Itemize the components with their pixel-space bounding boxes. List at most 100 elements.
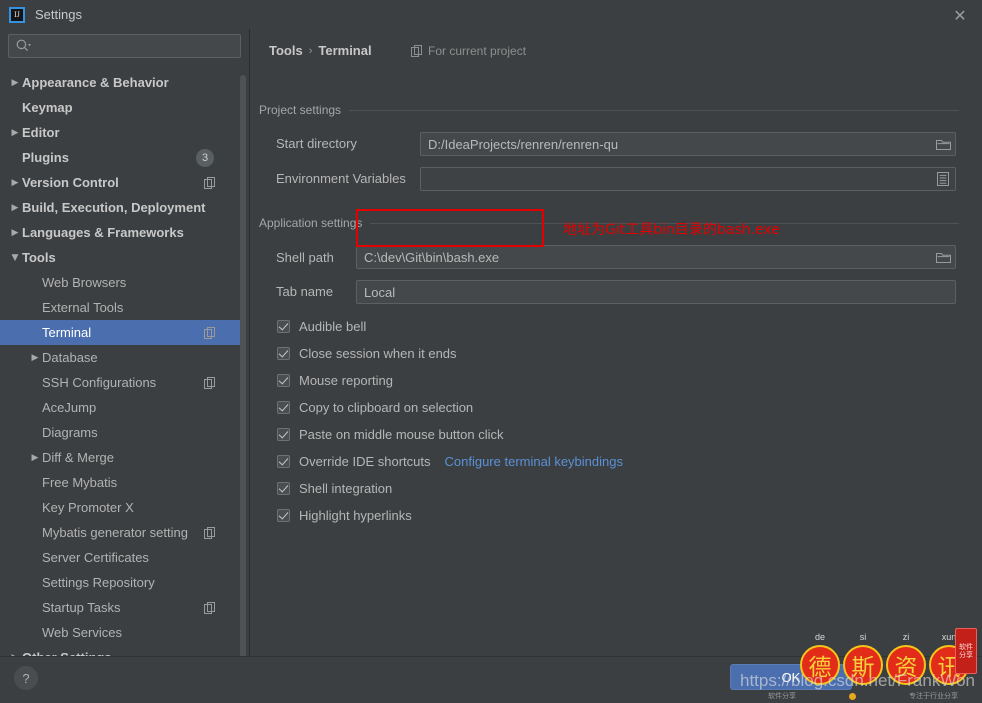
sidebar-item-appearance-behavior[interactable]: ▶ Appearance & Behavior <box>0 70 242 95</box>
search-container <box>0 29 249 64</box>
search-box[interactable] <box>8 34 241 58</box>
checkbox-icon[interactable] <box>277 481 290 495</box>
close-icon[interactable]: ✕ <box>946 4 974 26</box>
sidebar-item-label: SSH Configurations <box>42 375 157 390</box>
checkbox-copy-to-clipboard-on-selection[interactable]: Copy to clipboard on selection <box>277 397 473 417</box>
sidebar-item-key-promoter-x[interactable]: ▶Key Promoter X <box>0 495 242 520</box>
environment-variables-edit-icon[interactable] <box>932 167 954 191</box>
sidebar-item-other-settings[interactable]: ▶Other Settings <box>0 645 242 656</box>
sidebar-item-label: Free Mybatis <box>42 475 118 490</box>
tab-name-field[interactable]: Local <box>356 280 956 304</box>
project-scope-icon <box>204 376 216 389</box>
checkbox-shell-integration[interactable]: Shell integration <box>277 478 392 498</box>
sidebar-item-mybatis-generator-setting[interactable]: ▶Mybatis generator setting <box>0 520 242 545</box>
sidebar-item-database[interactable]: ▶ Database <box>0 345 242 370</box>
checkbox-override-ide-shortcuts[interactable]: Override IDE shortcuts Configure terminal… <box>277 451 623 471</box>
checkbox-audible-bell[interactable]: Audible bell <box>277 316 366 336</box>
start-directory-field[interactable]: D:/IdeaProjects/renren/renren-qu <box>420 132 956 156</box>
checkbox-label: Override IDE shortcuts <box>299 453 431 469</box>
start-directory-label: Start directory <box>276 136 357 151</box>
sidebar-item-label: Mybatis generator setting <box>42 525 188 540</box>
sidebar-item-label: Terminal <box>42 325 92 340</box>
sidebar-item-label: Appearance & Behavior <box>22 75 169 90</box>
sidebar-item-label: Key Promoter X <box>42 500 134 515</box>
sidebar-item-label: External Tools <box>42 300 124 315</box>
chevron-right-icon[interactable]: ▶ <box>28 351 42 365</box>
ok-button[interactable]: OK <box>730 664 852 690</box>
checkbox-label: Copy to clipboard on selection <box>299 399 474 415</box>
sidebar-item-version-control[interactable]: ▶ Version Control <box>0 170 242 195</box>
sidebar-scrollbar[interactable] <box>240 75 246 675</box>
help-icon[interactable]: ? <box>14 666 38 690</box>
chevron-right-icon[interactable]: ▶ <box>8 201 22 215</box>
sidebar-item-startup-tasks[interactable]: ▶Startup Tasks <box>0 595 242 620</box>
chevron-right-icon[interactable]: ▶ <box>8 126 22 140</box>
sidebar-item-languages-frameworks[interactable]: ▶ Languages & Frameworks <box>0 220 242 245</box>
chevron-right-icon[interactable]: ▶ <box>8 176 22 190</box>
title-bar: Settings ✕ <box>0 0 982 29</box>
sidebar-item-label: Version Control <box>22 175 119 190</box>
breadcrumb-current: Terminal <box>318 43 372 58</box>
settings-tree: ▶Appearance & Behavior▶Keymap▶Editor▶Plu… <box>0 70 242 656</box>
sidebar-item-tools[interactable]: ▼ Tools <box>0 245 242 270</box>
sidebar-item-web-services[interactable]: ▶Web Services <box>0 620 242 645</box>
breadcrumb-separator: › <box>308 44 313 57</box>
checkbox-mouse-reporting[interactable]: Mouse reporting <box>277 370 393 390</box>
sidebar-item-free-mybatis[interactable]: ▶Free Mybatis <box>0 470 242 495</box>
start-directory-browse-icon[interactable] <box>932 132 954 156</box>
tab-name-label: Tab name <box>276 284 334 299</box>
sidebar-item-diagrams[interactable]: ▶Diagrams <box>0 420 242 445</box>
breadcrumb-parent[interactable]: Tools <box>269 43 303 58</box>
checkbox-icon[interactable] <box>277 373 290 387</box>
checkbox-icon[interactable] <box>277 508 290 522</box>
sidebar-item-external-tools[interactable]: ▶External Tools <box>0 295 242 320</box>
chevron-down-icon[interactable]: ▼ <box>8 251 22 265</box>
chevron-right-icon[interactable]: ▶ <box>8 226 22 240</box>
checkbox-highlight-hyperlinks[interactable]: Highlight hyperlinks <box>277 505 412 525</box>
checkbox-icon[interactable] <box>277 454 290 468</box>
project-settings-group-header: Project settings <box>259 103 959 117</box>
shell-path-browse-icon[interactable] <box>932 245 954 269</box>
project-scope-icon <box>411 45 423 57</box>
checkbox-icon[interactable] <box>277 427 290 441</box>
checkbox-paste-on-middle-mouse-button-click[interactable]: Paste on middle mouse button click <box>277 424 504 444</box>
project-scope-icon <box>204 176 216 189</box>
sidebar-item-acejump[interactable]: ▶AceJump <box>0 395 242 420</box>
checkbox-close-session-when-it-ends[interactable]: Close session when it ends <box>277 343 457 363</box>
search-icon <box>15 38 31 54</box>
sidebar-item-diff-merge[interactable]: ▶ Diff & Merge <box>0 445 242 470</box>
sidebar-item-settings-repository[interactable]: ▶Settings Repository <box>0 570 242 595</box>
chevron-right-icon[interactable]: ▶ <box>28 451 42 465</box>
chevron-right-icon[interactable]: ▶ <box>8 76 22 90</box>
sidebar-item-web-browsers[interactable]: ▶Web Browsers <box>0 270 242 295</box>
project-scope-icon <box>204 326 216 339</box>
sidebar-item-plugins[interactable]: ▶Plugins3 <box>0 145 242 170</box>
checkbox-icon[interactable] <box>277 319 290 333</box>
sidebar-item-label: Web Services <box>42 625 122 640</box>
checkbox-label: Close session when it ends <box>299 345 457 361</box>
checkbox-icon[interactable] <box>277 346 290 360</box>
environment-variables-label: Environment Variables <box>276 171 406 186</box>
settings-sidebar: ▶Appearance & Behavior▶Keymap▶Editor▶Plu… <box>0 29 250 675</box>
checkbox-icon[interactable] <box>277 400 290 414</box>
checkbox-label: Audible bell <box>299 318 367 334</box>
environment-variables-field[interactable] <box>420 167 956 191</box>
search-input[interactable] <box>34 38 229 54</box>
sidebar-item-build-execution-deployment[interactable]: ▶ Build, Execution, Deployment <box>0 195 242 220</box>
checkbox-label: Shell integration <box>299 480 393 496</box>
checkbox-label: Mouse reporting <box>299 372 393 388</box>
sidebar-item-label: Server Certificates <box>42 550 149 565</box>
sidebar-item-server-certificates[interactable]: ▶Server Certificates <box>0 545 242 570</box>
sidebar-item-label: Editor <box>22 125 60 140</box>
sidebar-item-terminal[interactable]: ▶Terminal <box>0 320 242 345</box>
sidebar-item-label: Database <box>42 350 98 365</box>
shell-path-field[interactable]: C:\dev\Git\bin\bash.exe <box>356 245 956 269</box>
sidebar-item-label: Settings Repository <box>42 575 155 590</box>
sidebar-item-editor[interactable]: ▶ Editor <box>0 120 242 145</box>
sidebar-item-label: Keymap <box>22 100 73 115</box>
intellij-logo-icon <box>9 6 25 23</box>
window-title: Settings <box>35 7 82 22</box>
sidebar-item-keymap[interactable]: ▶Keymap <box>0 95 242 120</box>
sidebar-item-ssh-configurations[interactable]: ▶SSH Configurations <box>0 370 242 395</box>
configure-terminal-keybindings-link[interactable]: Configure terminal keybindings <box>445 454 623 469</box>
